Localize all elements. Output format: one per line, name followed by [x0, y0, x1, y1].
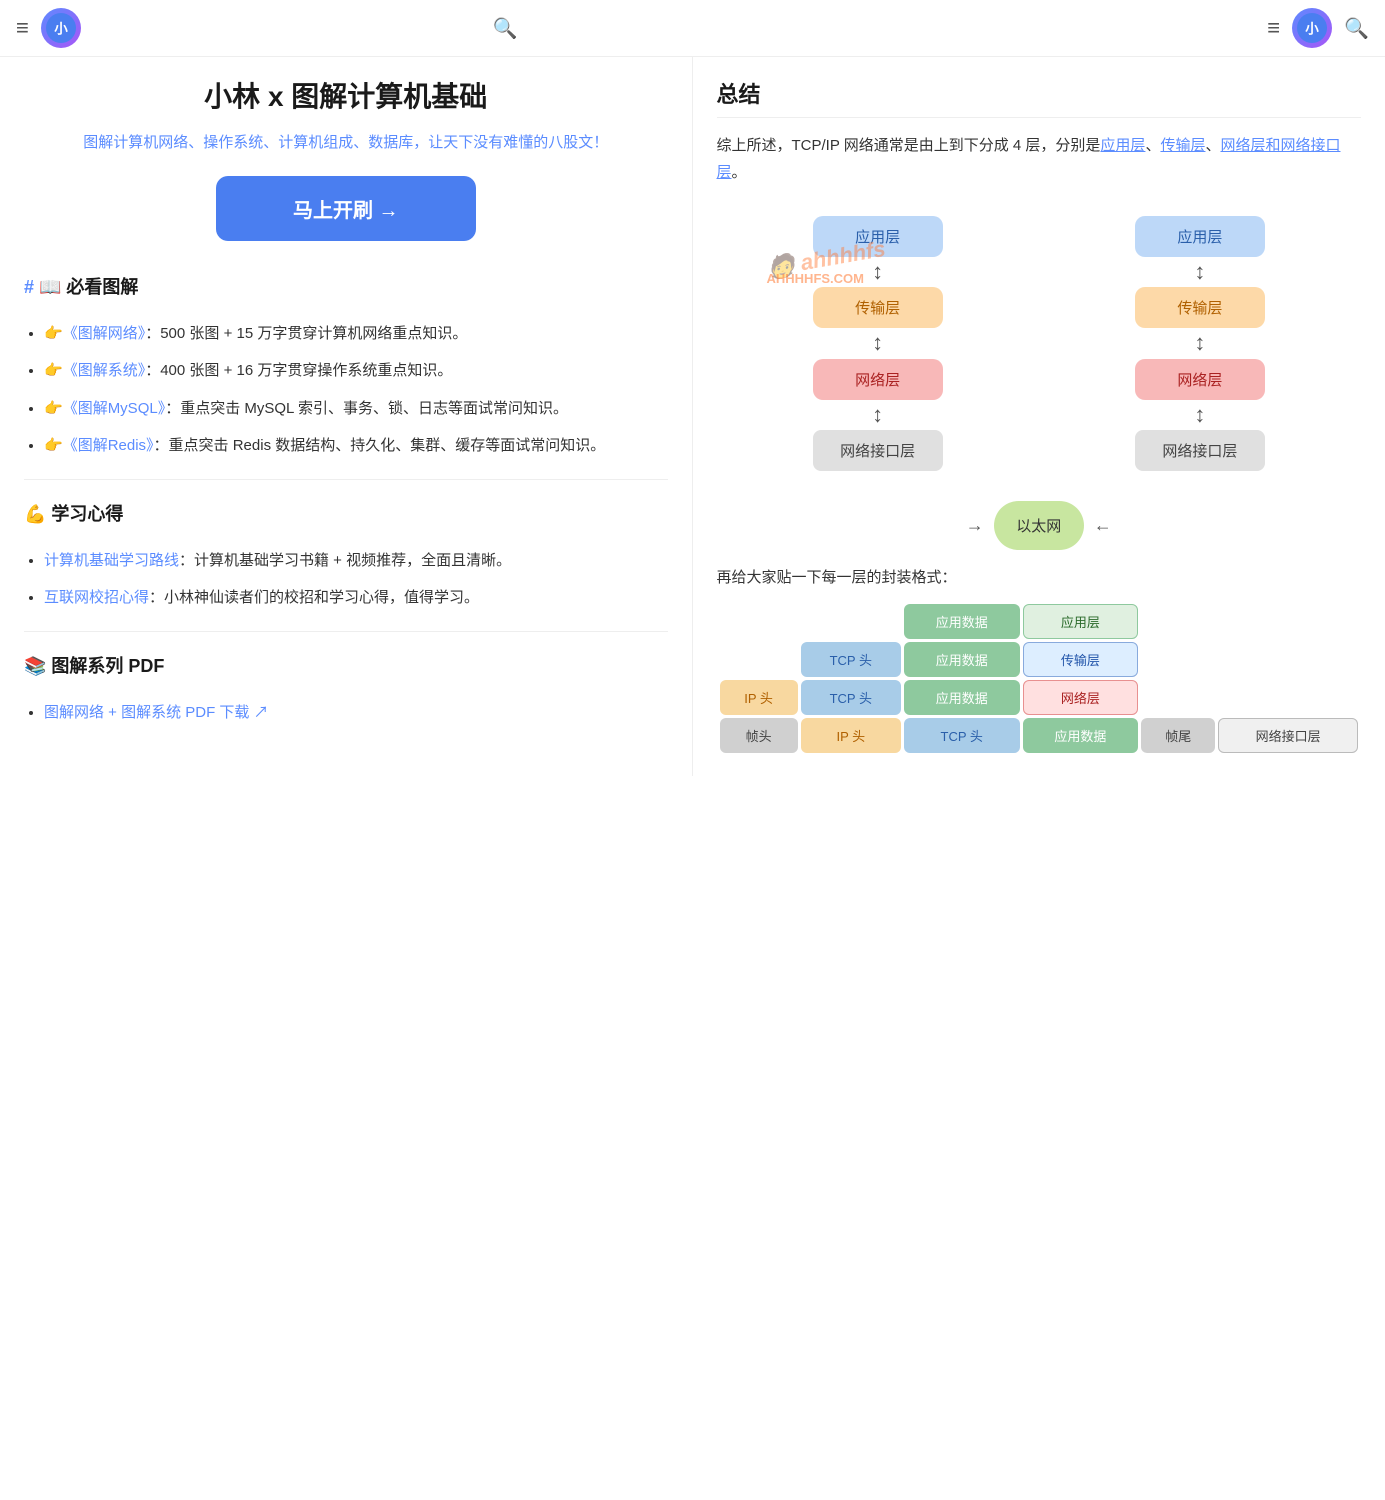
header-left: ≡ 小: [16, 8, 693, 48]
header-right: ≡ 小 🔍: [693, 8, 1370, 48]
chuanshun-link[interactable]: 传输层: [1160, 137, 1205, 154]
cell-tcp-head: TCP 头: [801, 642, 901, 677]
network-layer-right: 网络层: [1135, 359, 1265, 400]
netif-layer-left: 网络接口层: [813, 430, 943, 471]
cell-app-data-3: 应用数据: [904, 680, 1020, 715]
logo-right[interactable]: 小: [1292, 8, 1332, 48]
cell-ip-head-2: IP 头: [801, 718, 901, 753]
hash-icon: #: [24, 277, 34, 297]
cell-frame-head: 帧头: [720, 718, 798, 753]
search-right-icon[interactable]: 🔍: [1344, 16, 1369, 41]
start-button[interactable]: 马上开刷 →: [216, 176, 476, 241]
list-item: 👉《图解Redis》：重点突击 Redis 数据结构、持久化、集群、缓存等面试常…: [44, 433, 668, 459]
site-title: 小林 x 图解计算机基础: [24, 77, 668, 116]
arrow-down-1: ↕: [872, 259, 883, 285]
encap-row-tcp: TCP 头 应用数据 传输层: [720, 642, 1359, 677]
list-item: 👉《图解MySQL》：重点突击 MySQL 索引、事务、锁、日志等面试常问知识。: [44, 396, 668, 422]
tuijie-mysql-link[interactable]: 《图解MySQL》: [63, 400, 166, 417]
svg-text:小: 小: [54, 21, 68, 36]
app-layer-left: 应用层: [813, 216, 943, 257]
arrow-down-2: ↕: [872, 330, 883, 356]
cell-app-data-4: 应用数据: [1023, 718, 1139, 753]
tuijie-xitong-link[interactable]: 《图解系统》: [63, 362, 146, 379]
cell-transport-layer: 传输层: [1023, 642, 1139, 677]
ethernet-bubble: 以太网: [994, 501, 1084, 550]
logo-right-icon: 小: [1297, 13, 1327, 43]
network-layer-left: 网络层: [813, 359, 943, 400]
encap-title: 再给大家贴一下每一层的封装格式：: [717, 566, 1362, 587]
cell-app-data-2: 应用数据: [904, 642, 1020, 677]
list-item: 互联网校招心得：小林神仙读者们的校招和学习心得，值得学习。: [44, 585, 668, 611]
header: ≡ 小 ≡ 小 🔍 🔍: [0, 0, 1385, 57]
cell-network-layer: 网络层: [1023, 680, 1139, 715]
logo-left-icon: 小: [46, 13, 76, 43]
left-column: 小林 x 图解计算机基础 图解计算机网络、操作系统、计算机组成、数据库，让天下没…: [0, 57, 693, 776]
cell-netif-layer: 网络接口层: [1218, 718, 1358, 753]
arrow-down-r1: ↕: [1194, 259, 1205, 285]
search-left-icon[interactable]: 🔍: [493, 16, 518, 41]
section1-list: 👉《图解网络》：500 张图 + 15 万字贯穿计算机网络重点知识。 👉《图解系…: [24, 321, 668, 459]
arrow-left-icon: ←: [1094, 515, 1112, 536]
pdf-download-link[interactable]: 图解网络 + 图解系统 PDF 下载 ↗: [44, 704, 269, 721]
cell-ip-head: IP 头: [720, 680, 798, 715]
site-subtitle: 图解计算机网络、操作系统、计算机组成、数据库，让天下没有难懂的八股文！: [24, 130, 668, 156]
ethernet-row: → 以太网 ←: [717, 501, 1362, 550]
section2-title: 💪 学习心得: [24, 500, 668, 534]
logo-left[interactable]: 小: [41, 8, 81, 48]
network-diagram: 应用层 ↕ 传输层 ↕ 网络层 ↕ 网络接口层 应用层 ↕ 传输层 ↕ 网络层 …: [717, 206, 1362, 550]
divider1: [24, 479, 668, 480]
netif-layer-right: 网络接口层: [1135, 430, 1265, 471]
xuexi-luzhi-link[interactable]: 计算机基础学习路线: [44, 552, 179, 569]
transport-layer-right: 传输层: [1135, 287, 1265, 328]
net-diagram-columns: 应用层 ↕ 传输层 ↕ 网络层 ↕ 网络接口层 应用层 ↕ 传输层 ↕ 网络层 …: [717, 206, 1362, 481]
arrow-down-3: ↕: [872, 402, 883, 428]
cell-app-layer: 应用层: [1023, 604, 1139, 639]
arrow-down-r2: ↕: [1194, 330, 1205, 356]
cell-tcp-head-3: TCP 头: [904, 718, 1020, 753]
encap-row-frame: 帧头 IP 头 TCP 头 应用数据 帧尾 网络接口层: [720, 718, 1359, 753]
encap-spacer2: [720, 642, 798, 677]
encap-row-ip: IP 头 TCP 头 应用数据 网络层: [720, 680, 1359, 715]
section2-list: 计算机基础学习路线：计算机基础学习书籍 + 视频推荐，全面且清晰。 互联网校招心…: [24, 548, 668, 611]
cell-frame-tail: 帧尾: [1141, 718, 1215, 753]
cell-tcp-head-2: TCP 头: [801, 680, 901, 715]
main-container: 小林 x 图解计算机基础 图解计算机网络、操作系统、计算机组成、数据库，让天下没…: [0, 57, 1385, 776]
yingyong-link[interactable]: 应用层: [1100, 137, 1145, 154]
section3-title: 📚 图解系列 PDF: [24, 652, 668, 686]
divider2: [24, 631, 668, 632]
hamburger-left-icon[interactable]: ≡: [16, 15, 29, 41]
tuijie-redis-link[interactable]: 《图解Redis》: [63, 437, 154, 454]
section3-list: 图解网络 + 图解系统 PDF 下载 ↗: [24, 700, 668, 726]
wangluo-link[interactable]: 网络层和网络接口层: [717, 137, 1341, 181]
svg-text:小: 小: [1305, 21, 1319, 36]
summary-text: 综上所述，TCP/IP 网络通常是由上到下分成 4 层，分别是应用层、传输层、网…: [717, 132, 1362, 186]
list-item: 图解网络 + 图解系统 PDF 下载 ↗: [44, 700, 668, 726]
app-layer-right: 应用层: [1135, 216, 1265, 257]
transport-layer-left: 传输层: [813, 287, 943, 328]
xiaozhao-link[interactable]: 互联网校招心得: [44, 589, 149, 606]
section1-title: # 📖 必看图解: [24, 273, 668, 307]
hamburger-right-icon[interactable]: ≡: [1267, 15, 1280, 41]
summary-title: 总结: [717, 77, 1362, 118]
list-item: 计算机基础学习路线：计算机基础学习书籍 + 视频推荐，全面且清晰。: [44, 548, 668, 574]
right-column: 总结 综上所述，TCP/IP 网络通常是由上到下分成 4 层，分别是应用层、传输…: [693, 57, 1385, 776]
tuijie-wangluo-link[interactable]: 《图解网络》: [63, 325, 146, 342]
arrow-down-r3: ↕: [1194, 402, 1205, 428]
encap-row-app: 应用数据 应用层: [720, 604, 1359, 639]
net-right-column: 应用层 ↕ 传输层 ↕ 网络层 ↕ 网络接口层: [1130, 216, 1270, 471]
encap-table: 应用数据 应用层 TCP 头 应用数据 传输层 IP 头 TCP 头 应用数据 …: [717, 601, 1362, 756]
cell-app-data-1: 应用数据: [904, 604, 1020, 639]
encap-spacer: [720, 604, 901, 639]
list-item: 👉《图解网络》：500 张图 + 15 万字贯穿计算机网络重点知识。: [44, 321, 668, 347]
net-left-column: 应用层 ↕ 传输层 ↕ 网络层 ↕ 网络接口层: [808, 216, 948, 471]
arrow-right-icon: →: [966, 515, 984, 536]
list-item: 👉《图解系统》：400 张图 + 16 万字贯穿操作系统重点知识。: [44, 358, 668, 384]
